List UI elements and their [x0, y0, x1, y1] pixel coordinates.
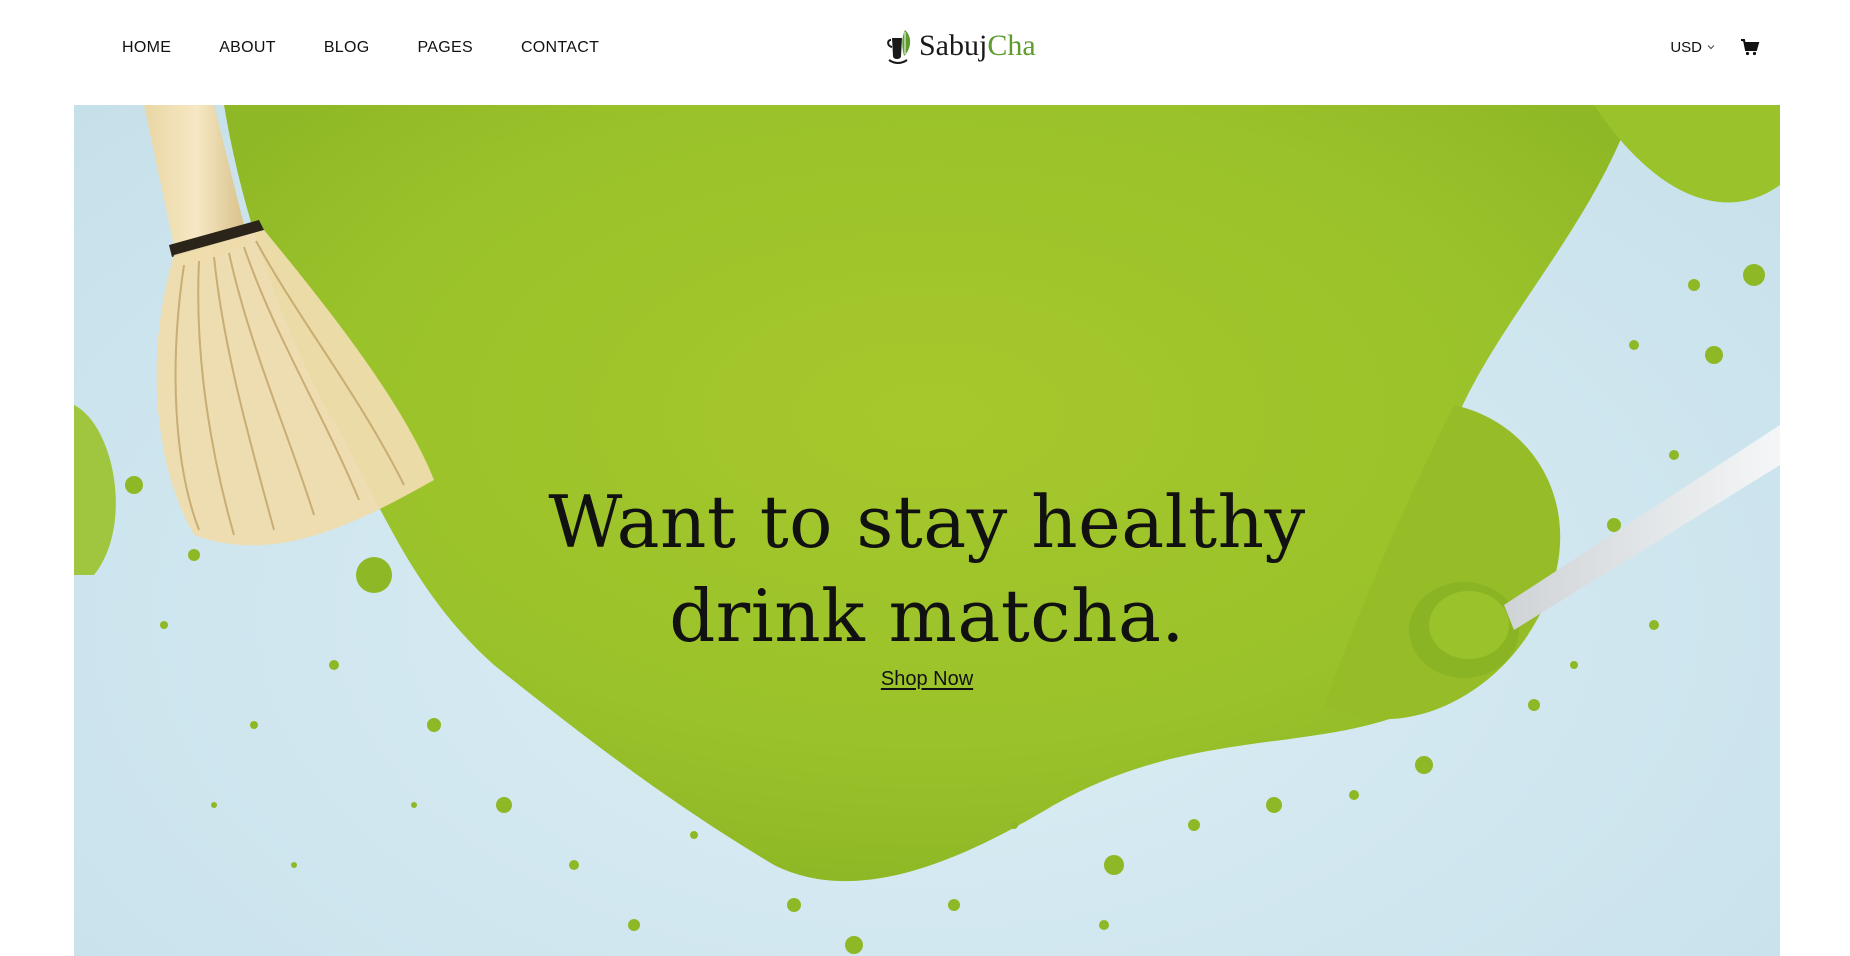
shop-now-link[interactable]: Shop Now [881, 668, 973, 690]
nav-contact[interactable]: CONTACT [521, 39, 599, 57]
nav-about[interactable]: ABOUT [219, 39, 276, 57]
nav-blog[interactable]: BLOG [324, 39, 370, 57]
currency-label: USD [1670, 38, 1702, 56]
teapot-leaf-icon [887, 30, 911, 64]
chevron-down-icon [1707, 45, 1715, 50]
nav-pages[interactable]: PAGES [418, 39, 473, 57]
main-nav: HOME ABOUT BLOG PAGES CONTACT [122, 39, 647, 57]
logo-word-green: Cha [987, 29, 1036, 62]
nav-home[interactable]: HOME [122, 39, 171, 57]
site-logo[interactable]: Sabuj Cha [885, 26, 1036, 66]
header-utilities: USD [1670, 37, 1760, 57]
hero-headline: Want to stay healthy drink matcha. [74, 475, 1780, 663]
currency-selector[interactable]: USD [1670, 39, 1716, 56]
hero-headline-line1: Want to stay healthy [548, 480, 1306, 564]
cart-icon[interactable] [1740, 37, 1760, 57]
site-header: HOME ABOUT BLOG PAGES CONTACT Sabuj Cha U… [0, 0, 1850, 105]
hero-banner: Want to stay healthy drink matcha. Shop … [74, 105, 1780, 956]
hero-cta-wrap: Shop Now [74, 668, 1780, 691]
hero-headline-line2: drink matcha. [669, 574, 1185, 658]
logo-word-dark: Sabuj [919, 29, 988, 62]
